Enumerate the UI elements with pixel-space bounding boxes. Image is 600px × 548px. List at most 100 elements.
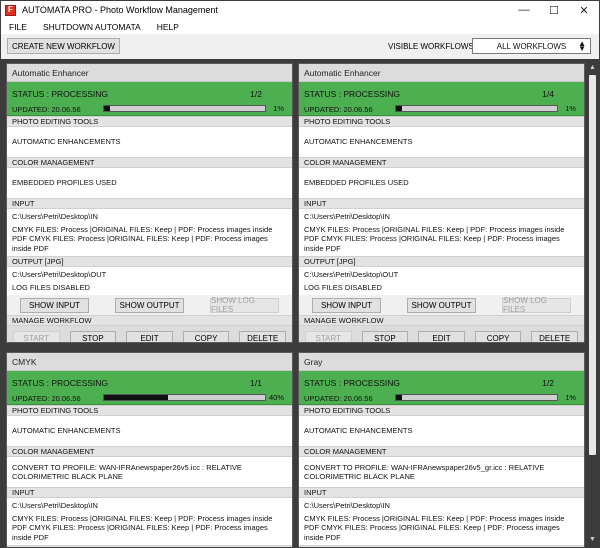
edit-button[interactable]: EDIT: [418, 330, 465, 342]
toolbar: CREATE NEW WORKFLOW VISIBLE WORKFLOWS AL…: [1, 34, 599, 59]
section-header-input: INPUT: [7, 487, 292, 498]
show-buttons-row: SHOW INPUT SHOW OUTPUT SHOW LOG FILES: [7, 295, 292, 315]
copy-button[interactable]: COPY: [474, 330, 522, 342]
show-input-button[interactable]: SHOW INPUT: [312, 297, 381, 313]
photo-tools-value: AUTOMATIC ENHANCEMENTS: [7, 416, 292, 446]
menu-help[interactable]: HELP: [149, 22, 187, 32]
menu-bar: FILE SHUTDOWN AUTOMATA HELP: [1, 19, 599, 34]
delete-button[interactable]: DELETE: [531, 330, 578, 342]
close-button[interactable]: ✕: [569, 1, 599, 19]
vertical-scrollbar[interactable]: ▲ ▼: [586, 59, 599, 547]
status-area: STATUS : PROCESSING 1/1 UPDATED: 20.06.5…: [7, 371, 292, 405]
job-count: 1/2: [542, 378, 554, 388]
workflow-panel: Gray STATUS : PROCESSING 1/2 UPDATED: 20…: [298, 352, 585, 547]
section-header-photo-tools: PHOTO EDITING TOOLS: [7, 116, 292, 127]
title-bar: F AUTOMATA PRO - Photo Workflow Manageme…: [1, 1, 599, 19]
menu-file[interactable]: FILE: [1, 22, 35, 32]
progress-percent: 1%: [565, 393, 576, 402]
section-header-input: INPUT: [299, 198, 584, 209]
menu-shutdown-automata[interactable]: SHUTDOWN AUTOMATA: [35, 22, 149, 32]
section-header-color-management: COLOR MANAGEMENT: [7, 157, 292, 168]
section-header-output: OUTPUT [JPG]: [299, 256, 584, 267]
progress-bar: [103, 394, 266, 401]
color-management-value: CONVERT TO PROFILE: WAN-IFRAnewspaper26v…: [7, 457, 292, 487]
log-status: LOG FILES DISABLED: [299, 282, 584, 295]
section-header-output: OUTPUT [JPG]: [7, 256, 292, 267]
updown-chevron-icon: ▲ ▼: [578, 39, 586, 53]
status-text: STATUS : PROCESSING: [12, 89, 109, 99]
section-header-input: INPUT: [299, 487, 584, 498]
photo-tools-value: AUTOMATIC ENHANCEMENTS: [299, 416, 584, 446]
workflow-title: Automatic Enhancer: [7, 64, 292, 82]
updated-time: UPDATED: 20.06.56: [12, 105, 81, 114]
section-header-photo-tools: PHOTO EDITING TOOLS: [299, 405, 584, 416]
scroll-up-icon[interactable]: ▲: [586, 61, 599, 73]
progress-percent: 1%: [565, 104, 576, 113]
window-title: AUTOMATA PRO - Photo Workflow Management: [22, 5, 218, 15]
progress-bar: [103, 105, 266, 112]
maximize-button[interactable]: ☐: [539, 1, 569, 19]
input-files-settings: CMYK FILES: Process |ORIGINAL FILES: Kee…: [7, 224, 292, 256]
progress-percent: 40%: [268, 393, 284, 402]
show-output-button[interactable]: SHOW OUTPUT: [115, 297, 184, 313]
section-header-color-management: COLOR MANAGEMENT: [299, 157, 584, 168]
output-path: C:\Users\Petri\Desktop\OUT: [7, 267, 292, 283]
workflow-title: CMYK: [7, 353, 292, 371]
color-management-value: EMBEDDED PROFILES USED: [299, 168, 584, 198]
show-input-button[interactable]: SHOW INPUT: [20, 297, 89, 313]
scroll-down-icon[interactable]: ▼: [586, 533, 599, 545]
stop-button[interactable]: STOP: [361, 330, 409, 342]
input-path: C:\Users\Petri\Desktop\IN: [299, 209, 584, 225]
workflow-panel: Automatic Enhancer STATUS : PROCESSING 1…: [298, 63, 585, 343]
start-button[interactable]: START: [13, 330, 60, 342]
visible-workflows-select[interactable]: ALL WORKFLOWS ▲ ▼: [472, 38, 591, 54]
status-text: STATUS : PROCESSING: [304, 89, 401, 99]
photo-tools-value: AUTOMATIC ENHANCEMENTS: [299, 127, 584, 157]
section-header-manage: MANAGE WORKFLOW: [7, 315, 292, 326]
input-files-settings: CMYK FILES: Process |ORIGINAL FILES: Kee…: [299, 513, 584, 545]
section-header-output: OUTPUT [JPG]: [7, 545, 292, 547]
app-window: F AUTOMATA PRO - Photo Workflow Manageme…: [0, 0, 600, 548]
updated-time: UPDATED: 20.06.56: [12, 394, 81, 403]
color-management-value: EMBEDDED PROFILES USED: [7, 168, 292, 198]
section-header-photo-tools: PHOTO EDITING TOOLS: [299, 116, 584, 127]
start-button[interactable]: START: [305, 330, 352, 342]
manage-buttons-row: START STOP EDIT COPY DELETE: [299, 326, 584, 342]
workflow-grid: Automatic Enhancer STATUS : PROCESSING 1…: [1, 59, 599, 547]
section-header-photo-tools: PHOTO EDITING TOOLS: [7, 405, 292, 416]
status-area: STATUS : PROCESSING 1/4 UPDATED: 20.06.5…: [299, 82, 584, 116]
status-text: STATUS : PROCESSING: [304, 378, 401, 388]
updated-time: UPDATED: 20.06.56: [304, 105, 373, 114]
workflow-title: Gray: [299, 353, 584, 371]
section-header-input: INPUT: [7, 198, 292, 209]
progress-bar: [395, 105, 558, 112]
job-count: 1/4: [542, 89, 554, 99]
show-log-files-button[interactable]: SHOW LOG FILES: [210, 296, 279, 314]
delete-button[interactable]: DELETE: [239, 330, 286, 342]
color-management-value: CONVERT TO PROFILE: WAN-IFRAnewspaper26v…: [299, 457, 584, 487]
progress-percent: 1%: [273, 104, 284, 113]
status-area: STATUS : PROCESSING 1/2 UPDATED: 20.06.5…: [299, 371, 584, 405]
job-count: 1/1: [250, 378, 262, 388]
job-count: 1/2: [250, 89, 262, 99]
photo-tools-value: AUTOMATIC ENHANCEMENTS: [7, 127, 292, 157]
input-files-settings: CMYK FILES: Process |ORIGINAL FILES: Kee…: [7, 513, 292, 545]
app-logo-icon: F: [5, 4, 16, 16]
input-files-settings: CMYK FILES: Process |ORIGINAL FILES: Kee…: [299, 224, 584, 256]
input-path: C:\Users\Petri\Desktop\IN: [7, 498, 292, 514]
scrollbar-thumb[interactable]: [589, 75, 596, 455]
copy-button[interactable]: COPY: [182, 330, 230, 342]
visible-workflows-value: ALL WORKFLOWS: [496, 41, 567, 51]
output-path: C:\Users\Petri\Desktop\OUT: [299, 267, 584, 283]
minimize-button[interactable]: —: [509, 1, 539, 19]
edit-button[interactable]: EDIT: [126, 330, 173, 342]
stop-button[interactable]: STOP: [69, 330, 117, 342]
show-output-button[interactable]: SHOW OUTPUT: [407, 297, 476, 313]
log-status: LOG FILES DISABLED: [7, 282, 292, 295]
show-log-files-button[interactable]: SHOW LOG FILES: [502, 296, 571, 314]
updated-time: UPDATED: 20.06.56: [304, 394, 373, 403]
create-workflow-button[interactable]: CREATE NEW WORKFLOW: [7, 38, 120, 54]
input-path: C:\Users\Petri\Desktop\IN: [299, 498, 584, 514]
workflow-panel: Automatic Enhancer STATUS : PROCESSING 1…: [6, 63, 293, 343]
input-path: C:\Users\Petri\Desktop\IN: [7, 209, 292, 225]
